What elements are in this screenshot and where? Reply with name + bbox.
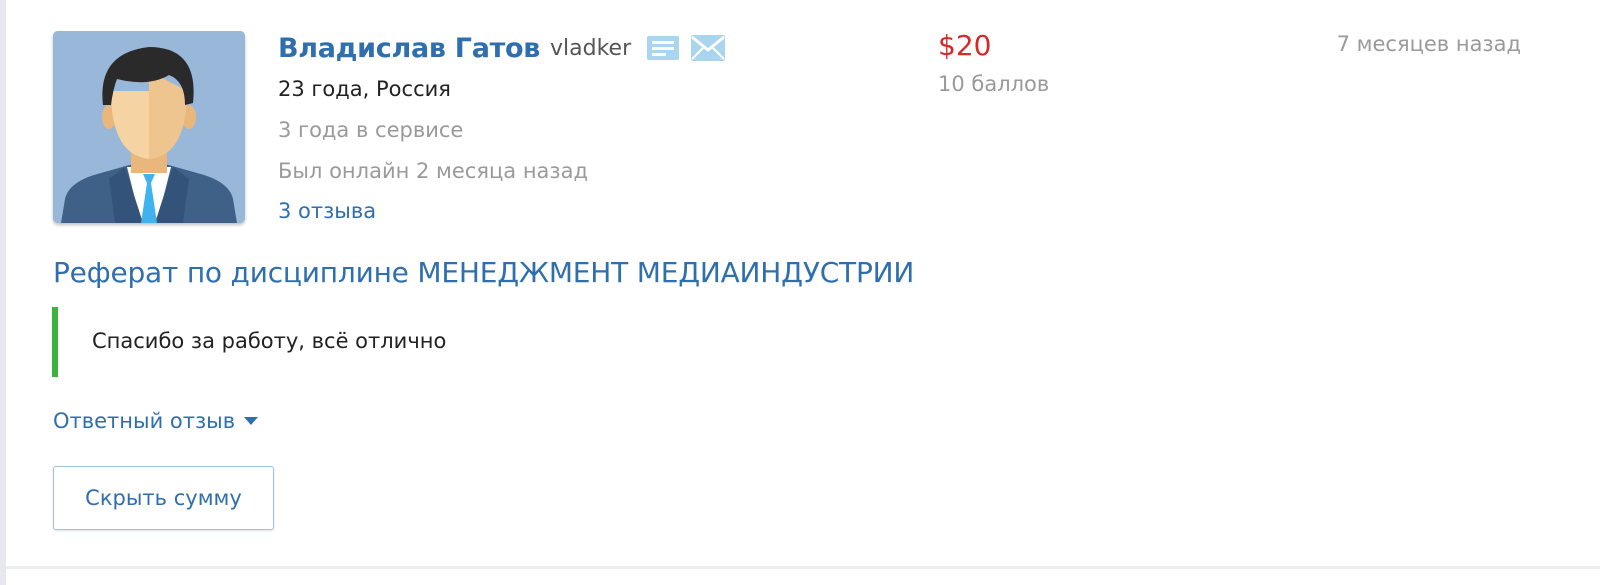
reply-review-label: Ответный отзыв bbox=[53, 409, 236, 433]
order-points: 10 баллов bbox=[938, 72, 1050, 96]
user-reviews-link[interactable]: 3 отзыва bbox=[278, 199, 376, 223]
caret-down-icon bbox=[244, 417, 259, 425]
user-login: vladker bbox=[550, 35, 632, 61]
mail-icon[interactable] bbox=[691, 35, 726, 61]
user-avatar[interactable] bbox=[53, 31, 245, 223]
user-name-link[interactable]: Владислав Гатов bbox=[278, 33, 540, 64]
reply-review-toggle[interactable]: Ответный отзыв bbox=[53, 409, 259, 433]
review-comment-text: Спасибо за работу, всё отлично bbox=[92, 329, 447, 353]
review-comment-block: Спасибо за работу, всё отлично bbox=[52, 307, 758, 377]
document-icon[interactable] bbox=[647, 36, 680, 60]
user-age-country: 23 года, Россия bbox=[278, 77, 451, 101]
left-edge-border bbox=[0, 0, 6, 585]
hide-amount-button[interactable]: Скрыть сумму bbox=[53, 466, 274, 530]
review-time: 7 месяцев назад bbox=[1336, 32, 1521, 56]
user-name-line: Владислав Гатов vladker bbox=[278, 30, 726, 66]
user-service-time: 3 года в сервисе bbox=[278, 118, 464, 142]
work-title-link[interactable]: Реферат по дисциплине МЕНЕДЖМЕНТ МЕДИАИН… bbox=[53, 256, 914, 289]
bottom-divider bbox=[6, 566, 1600, 569]
user-last-online: Был онлайн 2 месяца назад bbox=[278, 159, 588, 183]
avatar-image bbox=[53, 31, 245, 223]
order-price: $20 bbox=[938, 29, 992, 62]
